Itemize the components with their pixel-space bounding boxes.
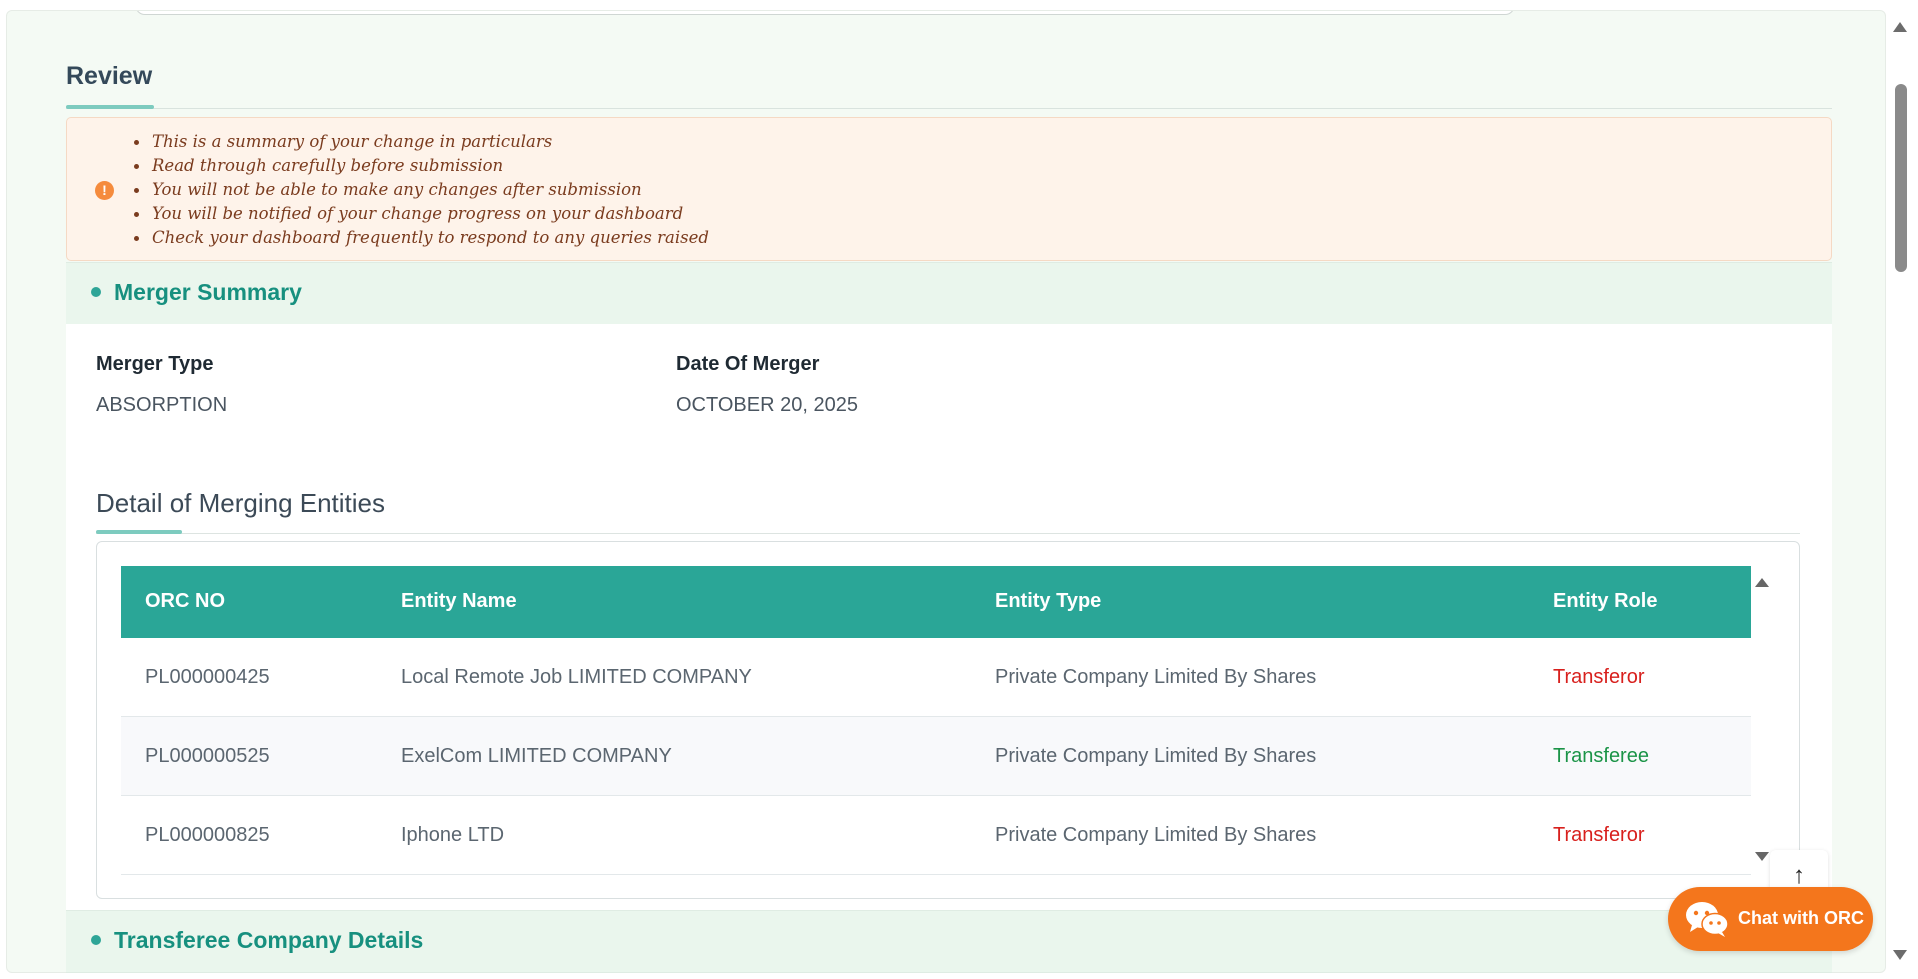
entity-name-cell: Local Remote Job LIMITED COMPANY [401, 666, 752, 688]
notice-item: Read through carefully before submission [134, 154, 709, 178]
column-header-orc-no: ORC NO [145, 590, 225, 612]
entity-role-cell: Transferor [1553, 666, 1645, 688]
notice-list: This is a summary of your change in part… [134, 130, 709, 250]
bullet-dot-icon [91, 935, 101, 945]
notice-item: This is a summary of your change in part… [134, 130, 709, 154]
entity-role-cell: Transferee [1553, 745, 1649, 767]
scroll-thumb[interactable] [1895, 84, 1907, 272]
entity-name-cell: Iphone LTD [401, 824, 505, 846]
table-row: PL000000525 ExelCom LIMITED COMPANY Priv… [121, 717, 1751, 796]
scroll-down-arrow-icon[interactable] [1893, 950, 1907, 960]
notice-item: Check your dashboard frequently to respo… [134, 226, 709, 250]
table-scroll-up-icon[interactable] [1755, 578, 1769, 587]
merger-date-value: OCTOBER 20, 2025 [676, 394, 858, 416]
orc-no-cell: PL000000825 [145, 824, 270, 846]
entities-table: ORC NO Entity Name Entity Type Entity Ro… [96, 541, 1800, 899]
page-scrollbar[interactable] [1889, 14, 1911, 974]
review-divider [66, 108, 1832, 109]
scroll-up-arrow-icon[interactable] [1893, 22, 1907, 32]
merging-entities-title: Detail of Merging Entities [96, 488, 386, 518]
merger-type-label: Merger Type [96, 353, 214, 375]
table-scroll-down-icon[interactable] [1755, 852, 1769, 861]
entity-name-cell: ExelCom LIMITED COMPANY [401, 745, 672, 767]
merger-date-label: Date Of Merger [676, 353, 820, 375]
orc-no-cell: PL000000525 [145, 745, 270, 767]
table-scrollbar[interactable] [1754, 578, 1770, 868]
merger-summary-header: Merger Summary [66, 262, 1832, 325]
table-header-row: ORC NO Entity Name Entity Type Entity Ro… [121, 566, 1751, 638]
entity-type-cell: Private Company Limited By Shares [995, 666, 1317, 688]
merging-entities-divider [96, 533, 1800, 534]
notice-item: You will not be able to make any changes… [134, 178, 709, 202]
wechat-icon [1686, 902, 1729, 937]
chat-with-orc-label: Chat with ORC [1738, 908, 1864, 928]
review-title: Review [66, 62, 153, 90]
exclamation-icon: ! [95, 181, 114, 200]
review-title-underline [66, 105, 154, 109]
transferee-company-header[interactable]: Transferee Company Details [66, 910, 1832, 973]
orc-no-cell: PL000000425 [145, 666, 270, 688]
table-row: PL000000425 Local Remote Job LIMITED COM… [121, 638, 1751, 717]
notice-item: You will be notified of your change prog… [134, 202, 709, 226]
entity-type-cell: Private Company Limited By Shares [995, 824, 1317, 846]
transferee-company-title: Transferee Company Details [114, 927, 424, 953]
merger-summary-title: Merger Summary [114, 279, 302, 305]
entity-type-cell: Private Company Limited By Shares [995, 745, 1317, 767]
top-search-field[interactable] [135, 11, 1515, 15]
chat-with-orc-button[interactable]: Chat with ORC [1668, 887, 1873, 951]
merging-entities-title-underline [96, 530, 182, 534]
review-notice-box: ! This is a summary of your change in pa… [66, 117, 1832, 261]
column-header-entity-name: Entity Name [401, 590, 517, 612]
merger-type-value: ABSORPTION [96, 394, 228, 416]
arrow-up-icon: ↑ [1793, 862, 1805, 889]
entity-role-cell: Transferor [1553, 824, 1645, 846]
table-row: PL000000825 Iphone LTD Private Company L… [121, 796, 1751, 875]
column-header-entity-role: Entity Role [1553, 590, 1658, 612]
column-header-entity-type: Entity Type [995, 590, 1102, 612]
bullet-dot-icon [91, 287, 101, 297]
